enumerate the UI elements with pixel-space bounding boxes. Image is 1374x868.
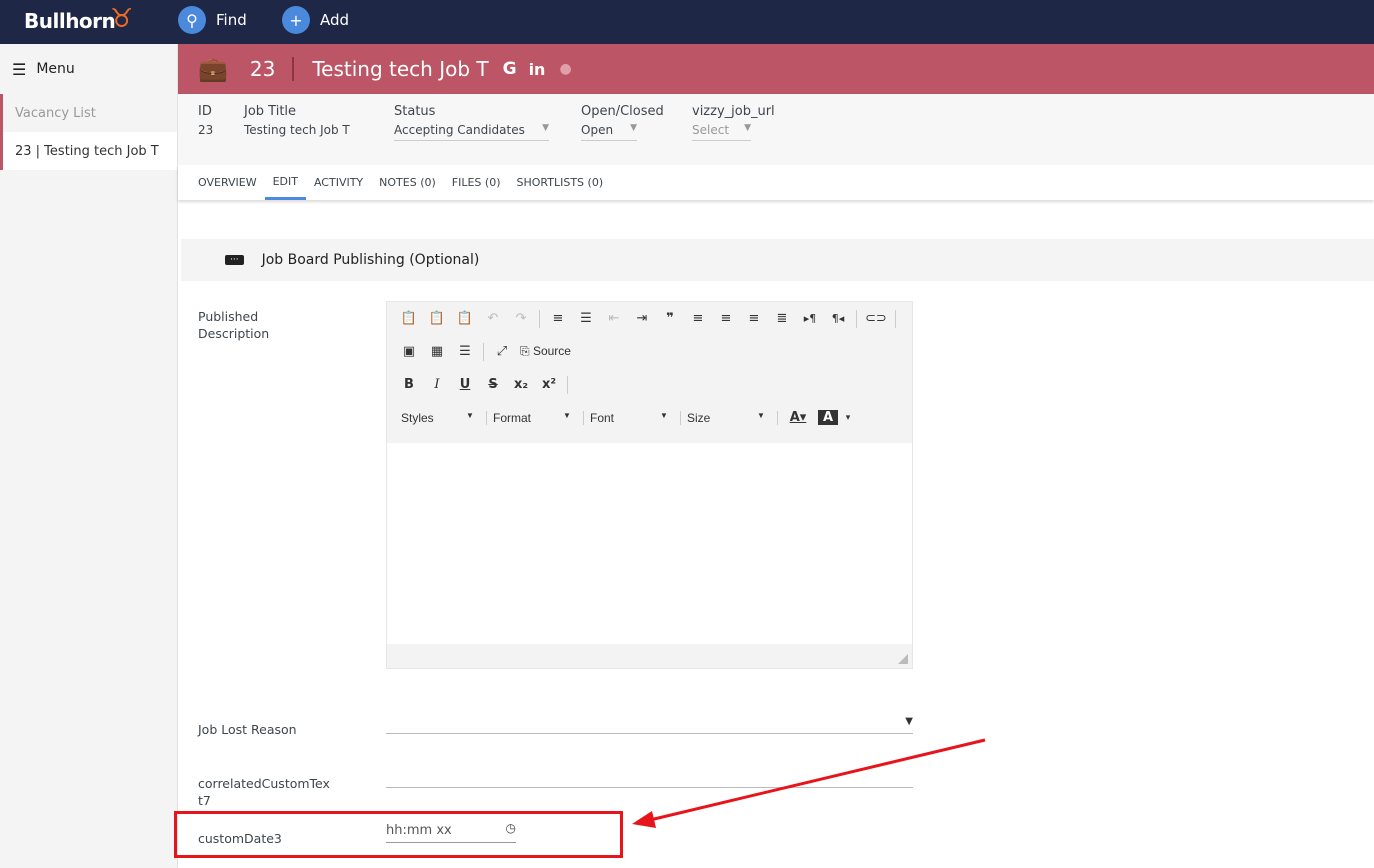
annotation-arrow	[632, 738, 986, 828]
